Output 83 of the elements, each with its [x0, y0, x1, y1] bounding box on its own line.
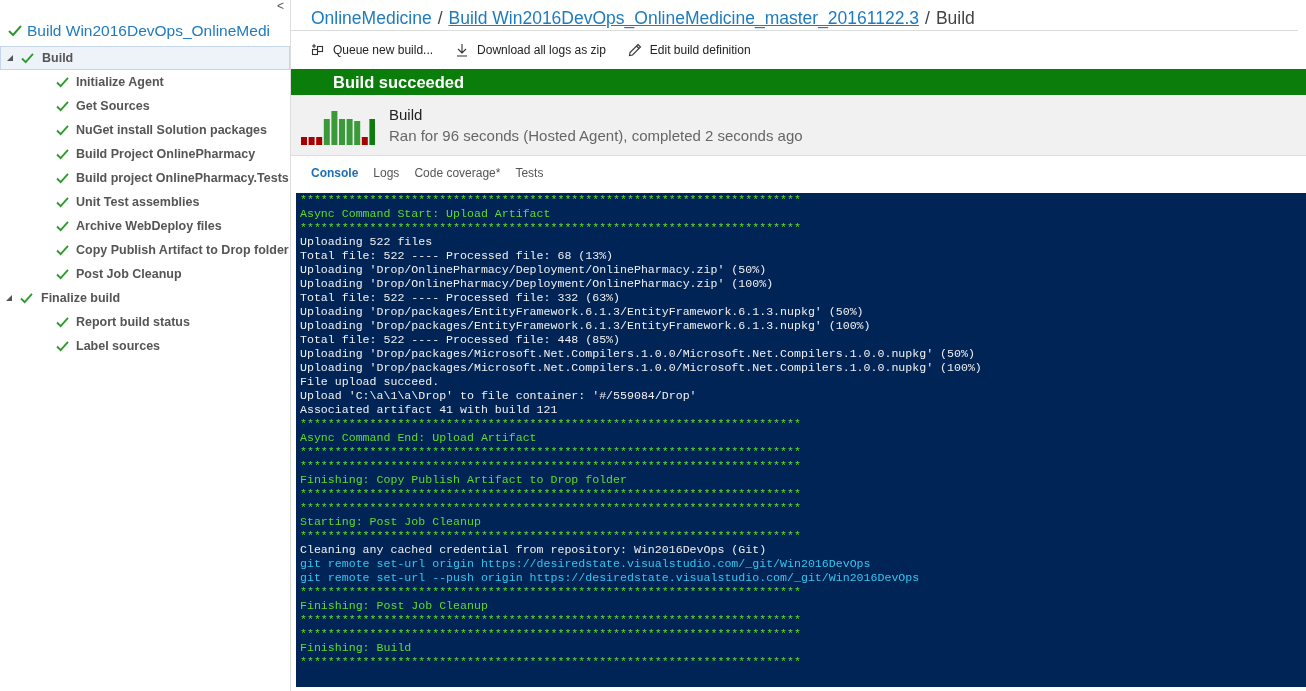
check-icon — [56, 148, 69, 160]
check-icon — [8, 25, 22, 37]
separator-line: ************************************************************************ — [300, 487, 802, 501]
check-icon — [56, 100, 69, 112]
build-title[interactable]: Build Win2016DevOps_OnlineMedi — [27, 22, 270, 40]
log-line: Uploading 'Drop/OnlinePharmacy/Deployment/OnlinePharmacy.zip' (50%) — [300, 263, 768, 277]
step-heading: Async Command End: Upload Artifact — [300, 431, 538, 445]
command-line: git remote set-url origin https://desiredstate.visualstudio.com/_git/Win2016DevOps — [300, 557, 872, 571]
tree-item[interactable]: Build project OnlinePharmacy.Tests — [0, 166, 290, 190]
command-line: git remote set-url --push origin https://desiredstate.visualstudio.com/_git/Win2016DevOps — [300, 571, 921, 585]
status-banner: Build succeeded — [291, 69, 1306, 95]
tree-item[interactable]: Build — [0, 46, 290, 70]
log-line: Associated artifact 41 with build 121 — [300, 403, 559, 417]
log-line: Uploading 'Drop/packages/EntityFramework.6.1.3/EntityFramework.6.1.3.nupkg' (100%) — [300, 319, 872, 333]
log-line: Uploading 'Drop/packages/EntityFramework.6.1.3/EntityFramework.6.1.3.nupkg' (50%) — [300, 305, 865, 319]
build-link[interactable]: Build Win2016DevOps_OnlineMedicine_master_20161122.3 — [448, 8, 920, 29]
log-line: Cleaning any cached credential from repository: Win2016DevOps (Git) — [300, 543, 768, 557]
log-line: Total file: 522 ---- Processed file: 448 (85%) — [300, 333, 622, 347]
check-icon — [56, 340, 69, 352]
check-icon — [56, 268, 69, 280]
step-heading: Finishing: Copy Publish Artifact to Drop folder — [300, 473, 628, 487]
expand-icon[interactable] — [7, 55, 13, 61]
tree-item[interactable]: Archive WebDeploy files — [0, 214, 290, 238]
tree-item[interactable]: Build Project OnlinePharmacy — [0, 142, 290, 166]
tree-item[interactable]: Initialize Agent — [0, 70, 290, 94]
separator-line: ************************************************************************ — [300, 193, 802, 207]
separator-line: ************************************************************************ — [300, 529, 802, 543]
tab[interactable]: Logs — [373, 166, 400, 192]
check-icon — [56, 316, 69, 328]
check-icon — [56, 220, 69, 232]
check-icon — [56, 172, 69, 184]
tree-item[interactable]: Get Sources — [0, 94, 290, 118]
tree-item[interactable]: Post Job Cleanup — [0, 262, 290, 286]
edit-button[interactable]: Edit build definition — [627, 43, 751, 57]
check-icon — [56, 244, 69, 256]
step-heading: Starting: Post Job Cleanup — [300, 515, 482, 529]
log-line: Total file: 522 ---- Processed file: 332 (63%) — [300, 291, 622, 305]
separator-line: ************************************************************************ — [300, 655, 802, 669]
queue-icon — [311, 43, 325, 57]
log-line: Uploading 'Drop/packages/Microsoft.Net.Compilers.1.0.0/Microsoft.Net.Compilers.1.0.0.nupkg' (50%) — [300, 347, 976, 361]
download-button[interactable]: Download all logs as zip — [455, 43, 606, 57]
expand-icon[interactable] — [6, 295, 12, 301]
separator-line: ************************************************************************ — [300, 221, 802, 235]
step-heading: Finishing: Build — [300, 641, 413, 655]
check-icon — [21, 52, 34, 64]
queue-button[interactable]: Queue new build... — [311, 43, 434, 57]
separator-line: ************************************************************************ — [300, 613, 802, 627]
separator-line: ************************************************************************ — [300, 417, 802, 431]
tree-item[interactable]: Label sources — [0, 334, 290, 358]
check-icon — [56, 196, 69, 208]
tree-item[interactable]: Report build status — [0, 310, 290, 334]
pencil-icon — [627, 43, 642, 57]
check-icon — [56, 76, 69, 88]
log-line: Total file: 522 ---- Processed file: 68 (13%) — [300, 249, 615, 263]
step-heading: Finishing: Post Job Cleanup — [300, 599, 489, 613]
build-details: Ran for 96 seconds (Hosted Agent), completed 2 seconds ago — [389, 127, 803, 144]
separator-line: ************************************************************************ — [300, 627, 802, 641]
separator-line: ************************************************************************ — [300, 585, 802, 599]
page-title: Build — [935, 8, 975, 29]
separator-line: ************************************************************************ — [300, 445, 802, 459]
separator-line: ************************************************************************ — [300, 459, 802, 473]
tab[interactable]: Code coverage* — [414, 166, 501, 192]
download-icon — [455, 43, 470, 57]
tree-item[interactable]: Copy Publish Artifact to Drop folder — [0, 238, 290, 262]
check-icon — [56, 124, 69, 136]
build-name: Build — [389, 106, 424, 123]
tree-item[interactable]: Unit Test assemblies — [0, 190, 290, 214]
tab[interactable]: Tests — [515, 166, 544, 192]
project-link[interactable]: OnlineMedicine — [311, 8, 432, 29]
log-line: Uploading 'Drop/OnlinePharmacy/Deployment/OnlinePharmacy.zip' (100%) — [300, 277, 775, 291]
tree-item[interactable]: NuGet install Solution packages — [0, 118, 290, 142]
log-line: Uploading 'Drop/packages/Microsoft.Net.Compilers.1.0.0/Microsoft.Net.Compilers.1.0.0.nupkg' (100%) — [300, 361, 983, 375]
separator-line: ************************************************************************ — [300, 501, 802, 515]
collapse-button[interactable]: < — [277, 0, 284, 16]
log-line: File upload succeed. — [300, 375, 441, 389]
breadcrumb-separator: / — [925, 8, 930, 29]
log-line: Upload 'C:\a\1\a\Drop' to file container: '#/559084/Drop' — [300, 389, 698, 403]
log-line: Uploading 522 files — [300, 235, 434, 249]
check-icon — [20, 292, 33, 304]
tree-item[interactable]: Finalize build — [0, 286, 290, 310]
step-heading: Async Command Start: Upload Artifact — [300, 207, 552, 221]
tab[interactable]: Console — [311, 166, 359, 192]
breadcrumb-separator: / — [437, 8, 443, 29]
